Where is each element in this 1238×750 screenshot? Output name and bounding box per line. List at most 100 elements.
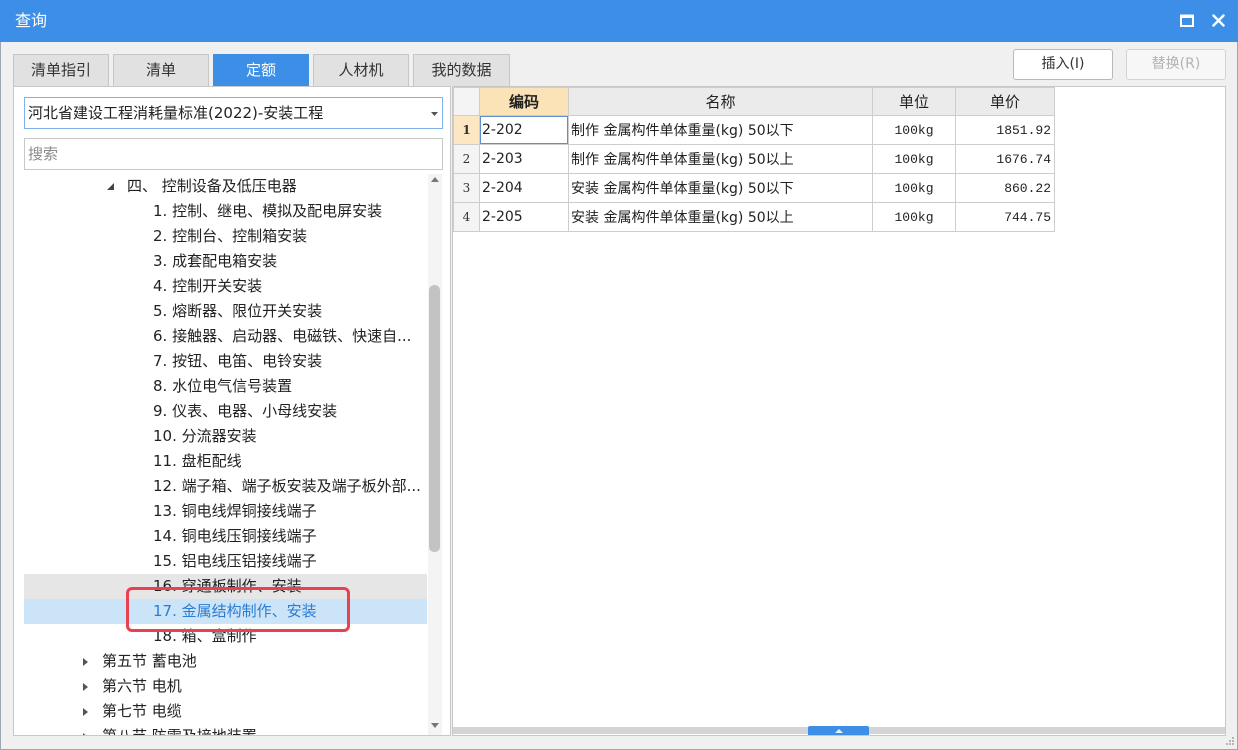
- tree-item-label: 第六节 电机: [102, 677, 182, 695]
- tree-scrollbar[interactable]: [428, 174, 442, 735]
- tree-item-label: 1. 控制、继电、模拟及配电屏安装: [153, 202, 383, 220]
- cell-unit[interactable]: 100kg: [872, 202, 956, 232]
- tree-item[interactable]: 11. 盘柜配线: [24, 449, 427, 474]
- cell-code[interactable]: 2-205: [479, 202, 569, 232]
- scrollbar-thumb[interactable]: [429, 285, 440, 552]
- maximize-icon[interactable]: [1180, 14, 1194, 27]
- table-header-row: 编码 名称 单位 单价: [453, 87, 1055, 116]
- tree-item[interactable]: 3. 成套配电箱安装: [24, 249, 427, 274]
- results-panel: 编码 名称 单位 单价 1 2-202 制作 金属构件单体重量(kg) 50以下…: [452, 86, 1226, 736]
- table-row[interactable]: 3 2-204 安装 金属构件单体重量(kg) 50以下 100kg 860.2…: [453, 173, 1055, 203]
- tree-item[interactable]: 12. 端子箱、端子板安装及端子板外部...: [24, 474, 427, 499]
- replace-button[interactable]: 替换(R): [1126, 49, 1226, 80]
- cell-unit[interactable]: 100kg: [872, 115, 956, 145]
- scroll-up-arrow-icon[interactable]: [431, 177, 439, 182]
- cell-price[interactable]: 1851.92: [955, 115, 1055, 145]
- scroll-down-arrow-icon[interactable]: [431, 723, 439, 728]
- tree-item-label: 11. 盘柜配线: [153, 452, 242, 470]
- row-number: 1: [453, 115, 480, 145]
- tree-item-label: 10. 分流器安装: [153, 427, 257, 445]
- table-row[interactable]: 4 2-205 安装 金属构件单体重量(kg) 50以上 100kg 744.7…: [453, 202, 1055, 232]
- tree-item[interactable]: 8. 水位电气信号装置: [24, 374, 427, 399]
- tab-bill[interactable]: 清单: [113, 54, 209, 86]
- tree-item[interactable]: 7. 按钮、电笛、电铃安装: [24, 349, 427, 374]
- column-header-unit[interactable]: 单位: [872, 87, 956, 116]
- triangle-collapsed-icon[interactable]: [83, 699, 88, 724]
- tree-item-section-6[interactable]: 第六节 电机: [24, 674, 427, 699]
- chevron-up-icon: [834, 728, 843, 733]
- quota-table: 编码 名称 单位 单价 1 2-202 制作 金属构件单体重量(kg) 50以下…: [453, 87, 1055, 232]
- column-header-code[interactable]: 编码: [479, 87, 569, 116]
- tree-item[interactable]: 2. 控制台、控制箱安装: [24, 224, 427, 249]
- triangle-collapsed-icon[interactable]: [83, 674, 88, 699]
- cell-name[interactable]: 制作 金属构件单体重量(kg) 50以下: [568, 115, 873, 145]
- tab-bill-guide[interactable]: 清单指引: [13, 54, 109, 86]
- tree-item[interactable]: 5. 熔断器、限位开关安装: [24, 299, 427, 324]
- tree-item-label: 14. 铜电线压铜接线端子: [153, 527, 317, 545]
- close-icon[interactable]: [1212, 14, 1225, 27]
- tree-item-label: 第五节 蓄电池: [102, 652, 197, 670]
- quota-tree: 四、 控制设备及低压电器 1. 控制、继电、模拟及配电屏安装 2. 控制台、控制…: [24, 174, 427, 735]
- tree-item-label: 9. 仪表、电器、小母线安装: [153, 402, 338, 420]
- splitter-handle[interactable]: [808, 726, 869, 735]
- tree-item[interactable]: 14. 铜电线压铜接线端子: [24, 524, 427, 549]
- triangle-expanded-icon[interactable]: [107, 174, 114, 199]
- tree-item[interactable]: 1. 控制、继电、模拟及配电屏安装: [24, 199, 427, 224]
- tree-item-label: 8. 水位电气信号装置: [153, 377, 293, 395]
- resize-grip-icon[interactable]: [1223, 736, 1235, 748]
- library-select[interactable]: 河北省建设工程消耗量标准(2022)-安装工程: [24, 97, 443, 129]
- library-select-value: 河北省建设工程消耗量标准(2022)-安装工程: [28, 104, 324, 122]
- highlight-box: [126, 587, 350, 632]
- cell-unit[interactable]: 100kg: [872, 144, 956, 174]
- tab-quota[interactable]: 定额: [213, 54, 309, 86]
- tree-item-label: 3. 成套配电箱安装: [153, 252, 278, 270]
- tree-item-label: 13. 铜电线焊铜接线端子: [153, 502, 317, 520]
- tree-item-label: 2. 控制台、控制箱安装: [153, 227, 308, 245]
- column-header-name[interactable]: 名称: [568, 87, 873, 116]
- cell-name[interactable]: 安装 金属构件单体重量(kg) 50以下: [568, 173, 873, 203]
- cell-price[interactable]: 860.22: [955, 173, 1055, 203]
- tree-item-label: 4. 控制开关安装: [153, 277, 263, 295]
- cell-price[interactable]: 1676.74: [955, 144, 1055, 174]
- dialog-title: 查询: [15, 11, 48, 30]
- tree-item-label: 7. 按钮、电笛、电铃安装: [153, 352, 323, 370]
- search-input[interactable]: [24, 138, 443, 170]
- cell-code[interactable]: 2-203: [479, 144, 569, 174]
- tree-item-section-5[interactable]: 第五节 蓄电池: [24, 649, 427, 674]
- row-number-header: [453, 87, 480, 116]
- left-panel: 河北省建设工程消耗量标准(2022)-安装工程 四、 控制设备及低压电器 1. …: [13, 86, 451, 736]
- tree-item-section-8[interactable]: 第八节 防雷及接地装置: [24, 724, 427, 735]
- tree-item-label: 15. 铝电线压铝接线端子: [153, 552, 317, 570]
- title-bar[interactable]: 查询: [0, 0, 1238, 42]
- cell-price[interactable]: 744.75: [955, 202, 1055, 232]
- tree-item-label: 12. 端子箱、端子板安装及端子板外部...: [153, 477, 421, 495]
- chevron-down-icon[interactable]: [431, 111, 438, 116]
- cell-code[interactable]: 2-202: [479, 115, 569, 145]
- tree-item[interactable]: 6. 接触器、启动器、电磁铁、快速自...: [24, 324, 427, 349]
- row-number: 3: [453, 173, 480, 203]
- tree-item[interactable]: 9. 仪表、电器、小母线安装: [24, 399, 427, 424]
- tab-labor-material-machine[interactable]: 人材机: [313, 54, 409, 86]
- tree-item[interactable]: 15. 铝电线压铝接线端子: [24, 549, 427, 574]
- tree-item[interactable]: 10. 分流器安装: [24, 424, 427, 449]
- tree-item-label: 6. 接触器、启动器、电磁铁、快速自...: [153, 327, 412, 345]
- cell-code[interactable]: 2-204: [479, 173, 569, 203]
- tree-item-section-4[interactable]: 四、 控制设备及低压电器: [24, 174, 427, 199]
- tree-item-section-7[interactable]: 第七节 电缆: [24, 699, 427, 724]
- table-row[interactable]: 2 2-203 制作 金属构件单体重量(kg) 50以上 100kg 1676.…: [453, 144, 1055, 174]
- tree-item[interactable]: 13. 铜电线焊铜接线端子: [24, 499, 427, 524]
- triangle-collapsed-icon[interactable]: [83, 649, 88, 674]
- cell-name[interactable]: 制作 金属构件单体重量(kg) 50以上: [568, 144, 873, 174]
- cell-unit[interactable]: 100kg: [872, 173, 956, 203]
- tree-item-label: 第七节 电缆: [102, 702, 182, 720]
- row-number: 4: [453, 202, 480, 232]
- table-row[interactable]: 1 2-202 制作 金属构件单体重量(kg) 50以下 100kg 1851.…: [453, 115, 1055, 145]
- tree-item-label: 四、 控制设备及低压电器: [127, 177, 297, 195]
- insert-button[interactable]: 插入(I): [1013, 49, 1113, 80]
- column-header-price[interactable]: 单价: [955, 87, 1055, 116]
- triangle-collapsed-icon[interactable]: [83, 724, 88, 735]
- tree-item[interactable]: 4. 控制开关安装: [24, 274, 427, 299]
- row-number: 2: [453, 144, 480, 174]
- cell-name[interactable]: 安装 金属构件单体重量(kg) 50以上: [568, 202, 873, 232]
- tab-my-data[interactable]: 我的数据: [413, 54, 510, 86]
